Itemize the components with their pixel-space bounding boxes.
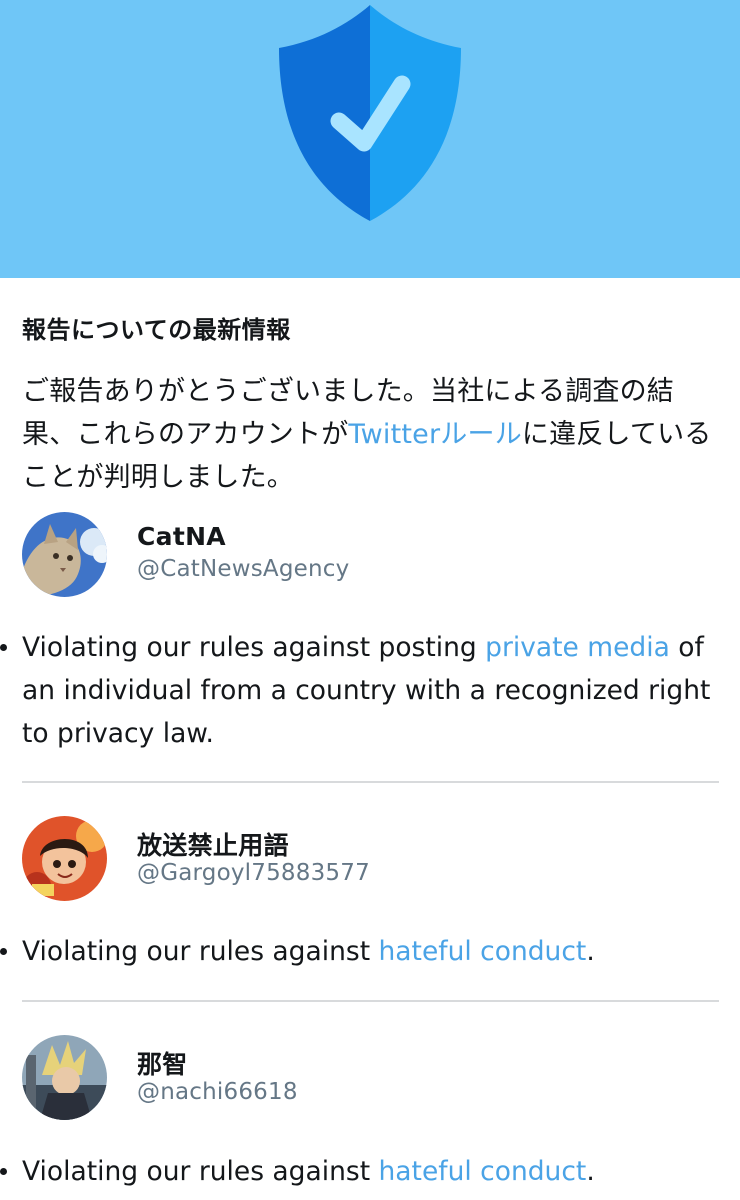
hateful-conduct-link[interactable]: hateful conduct (379, 936, 587, 967)
bullet-icon (0, 1168, 7, 1175)
violation-text-end: . (586, 1156, 595, 1187)
avatar[interactable] (22, 816, 107, 901)
intro-text: ご報告ありがとうございました。当社による調査の結果、これらのアカウントがTwit… (22, 370, 722, 499)
avatar[interactable] (22, 512, 107, 597)
account-handle[interactable]: @CatNewsAgency (137, 556, 349, 582)
game-avatar-image (22, 1035, 107, 1120)
divider (22, 1000, 719, 1002)
account-handle[interactable]: @nachi66618 (137, 1079, 298, 1105)
violation-text: Violating our rules against (22, 1156, 379, 1187)
account-name[interactable]: CatNA (137, 522, 226, 551)
twitter-rules-link[interactable]: Twitterルール (348, 419, 522, 450)
cat-avatar-image (22, 512, 107, 597)
violation-item: Violating our rules against hateful cond… (0, 930, 722, 973)
private-media-link[interactable]: private media (485, 632, 670, 663)
violation-text: Violating our rules against (22, 936, 379, 967)
anime-avatar-image (22, 816, 107, 901)
violation-item: Violating our rules against posting priv… (0, 626, 722, 755)
account-handle[interactable]: @Gargoyl75883577 (137, 860, 370, 886)
page-title: 報告についての最新情報 (22, 316, 291, 344)
account-name[interactable]: 放送禁止用語 (137, 826, 289, 862)
violation-text-end: . (586, 936, 595, 967)
hateful-conduct-link[interactable]: hateful conduct (379, 1156, 587, 1187)
violation-item: Violating our rules against hateful cond… (0, 1150, 722, 1193)
shield-check-icon (279, 5, 461, 221)
header-banner (0, 0, 740, 278)
violation-text: Violating our rules against posting (22, 632, 486, 663)
bullet-icon (0, 644, 7, 651)
divider (22, 781, 719, 783)
bullet-icon (0, 948, 7, 955)
account-name[interactable]: 那智 (137, 1045, 188, 1081)
avatar[interactable] (22, 1035, 107, 1120)
